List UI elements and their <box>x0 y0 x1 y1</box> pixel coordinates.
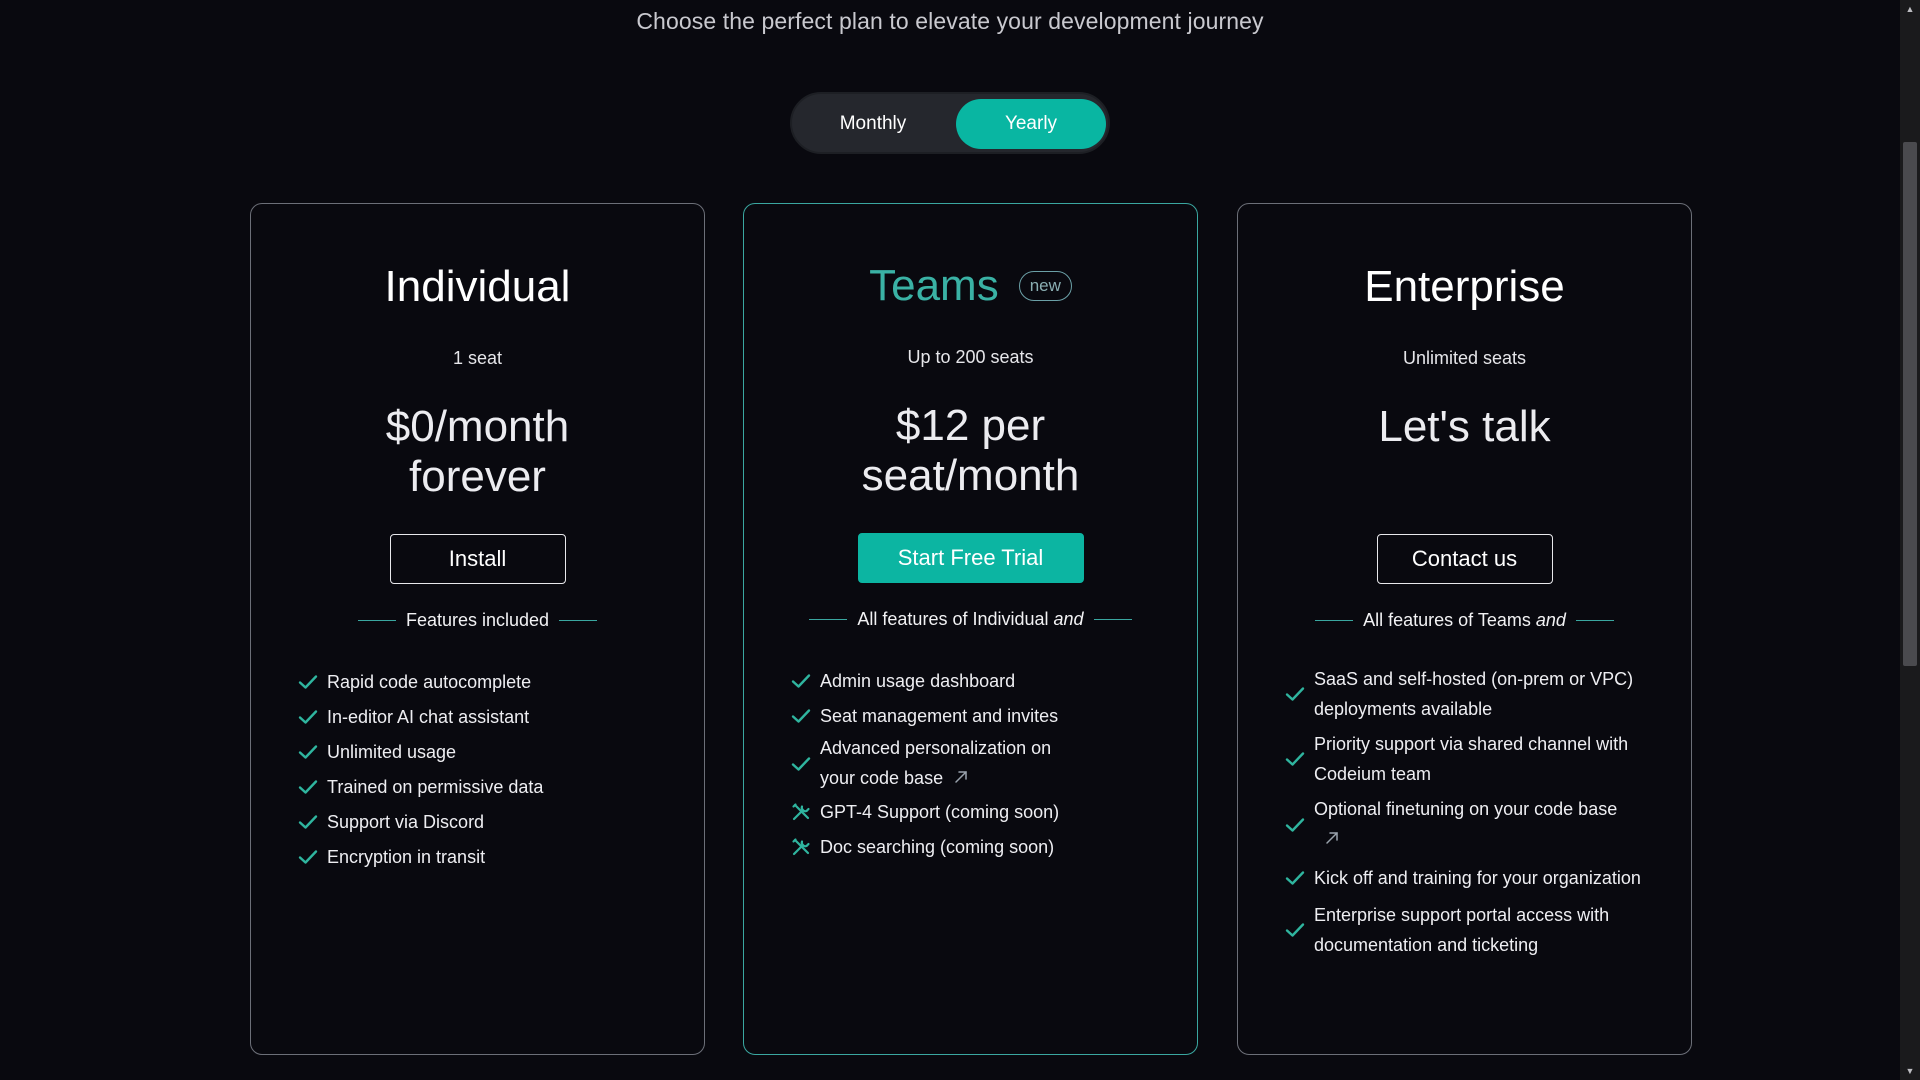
feature-item: GPT-4 Support (coming soon) <box>790 794 1157 829</box>
feature-text: Encryption in transit <box>327 846 486 867</box>
plan-card-individual: Individual 1 seat $0/month forever Insta… <box>250 203 705 1055</box>
check-icon <box>790 756 812 772</box>
toggle-monthly[interactable]: Monthly <box>798 99 948 149</box>
feature-item: In-editor AI chat assistant <box>297 699 664 734</box>
feature-item: Priority support via shared channel with… <box>1284 729 1643 789</box>
check-icon <box>1284 922 1306 938</box>
feature-item: Doc searching (coming soon) <box>790 829 1157 864</box>
features-heading: All features of Teams and <box>1238 610 1691 631</box>
price-line-1: Let's talk <box>1378 402 1551 451</box>
contact-us-button[interactable]: Contact us <box>1376 534 1553 584</box>
feature-item: Seat management and invites <box>790 698 1157 733</box>
plan-seats: 1 seat <box>452 348 503 368</box>
price-line-1: $0/month <box>385 402 570 451</box>
new-badge: new <box>1018 271 1072 301</box>
feature-item: Optional finetuning on your code base <box>1284 794 1643 855</box>
plan-title-row: Teams new <box>744 261 1197 311</box>
feature-list: Admin usage dashboard Seat management and… <box>790 663 1157 864</box>
feature-item: SaaS and self-hosted (on-prem or VPC) de… <box>1284 664 1643 724</box>
plan-title: Teams <box>869 261 999 310</box>
install-button[interactable]: Install <box>389 534 566 584</box>
divider-line <box>1093 619 1132 620</box>
feature-item: Support via Discord <box>297 804 664 839</box>
feature-item: Encryption in transit <box>297 839 664 874</box>
feature-item: Advanced personalization on your code ba… <box>790 733 1157 794</box>
feature-list: SaaS and self-hosted (on-prem or VPC) de… <box>1284 664 1643 965</box>
scroll-down-arrow-icon[interactable]: ▼ <box>1900 1062 1920 1080</box>
features-heading-text: All features of Teams and <box>1363 610 1566 630</box>
feature-text: Optional finetuning on your code base <box>1314 799 1618 819</box>
plan-seats: Up to 200 seats <box>907 347 1034 367</box>
start-free-trial-button[interactable]: Start Free Trial <box>857 533 1084 583</box>
check-icon <box>297 744 319 760</box>
features-heading-text: Features included <box>405 610 550 630</box>
check-icon <box>297 779 319 795</box>
plan-price: $0/month forever <box>251 402 704 502</box>
check-icon <box>1284 751 1306 767</box>
plan-title: Enterprise <box>1364 262 1565 311</box>
divider-line <box>559 620 598 621</box>
divider-line <box>1315 620 1354 621</box>
feature-text: Advanced personalization on your code ba… <box>820 738 1052 788</box>
price-line-2: seat/month <box>861 451 1080 500</box>
divider-line <box>1575 620 1614 621</box>
check-icon <box>790 673 812 689</box>
tools-icon <box>790 837 812 857</box>
plan-title: Individual <box>384 262 571 311</box>
feature-item: Admin usage dashboard <box>790 663 1157 698</box>
features-heading-text: All features of Individual and <box>857 609 1084 629</box>
feature-list: Rapid code autocomplete In-editor AI chat… <box>297 664 664 874</box>
divider-line <box>357 620 396 621</box>
price-line-2: forever <box>409 452 546 501</box>
external-link-icon[interactable] <box>953 764 969 794</box>
feature-item: Rapid code autocomplete <box>297 664 664 699</box>
feature-text: Trained on permissive data <box>327 776 544 797</box>
scroll-up-arrow-icon[interactable]: ▲ <box>1900 0 1920 18</box>
check-icon <box>1284 870 1306 886</box>
plan-seats: Unlimited seats <box>1402 348 1527 368</box>
feature-text: GPT-4 Support (coming soon) <box>820 801 1060 822</box>
feature-text: Rapid code autocomplete <box>327 671 532 692</box>
tools-icon <box>790 802 812 822</box>
pricing-page: Choose the perfect plan to elevate your … <box>0 0 1920 1080</box>
toggle-yearly[interactable]: Yearly <box>956 99 1106 149</box>
check-icon <box>1284 817 1306 833</box>
plan-card-enterprise: Enterprise Unlimited seats Let's talk Co… <box>1237 203 1692 1055</box>
feature-text: SaaS and self-hosted (on-prem or VPC) de… <box>1314 669 1634 719</box>
feature-text: Enterprise support portal access with do… <box>1314 905 1610 956</box>
feature-text: Priority support via shared channel with… <box>1314 734 1629 784</box>
plan-price: $12 per seat/month <box>744 401 1197 501</box>
feature-text: In-editor AI chat assistant <box>327 706 530 727</box>
plan-price: Let's talk <box>1238 402 1691 452</box>
scroll-thumb[interactable] <box>1903 142 1917 666</box>
feature-text: Support via Discord <box>327 811 485 832</box>
feature-text: Doc searching (coming soon) <box>820 836 1055 857</box>
page-subtitle: Choose the perfect plan to elevate your … <box>636 8 1264 34</box>
check-icon <box>1284 686 1306 702</box>
divider-line <box>809 619 848 620</box>
billing-toggle[interactable]: Monthly Yearly <box>790 92 1110 154</box>
plan-card-teams: Teams new Up to 200 seats $12 per seat/m… <box>743 203 1198 1055</box>
check-icon <box>297 849 319 865</box>
feature-text: Admin usage dashboard <box>820 670 1016 691</box>
feature-item: Kick off and training for your organizat… <box>1284 860 1643 895</box>
check-icon <box>297 814 319 830</box>
feature-item: Enterprise support portal access with do… <box>1284 900 1643 960</box>
feature-text: Kick off and training for your organizat… <box>1314 867 1641 888</box>
features-heading: Features included <box>251 610 704 631</box>
feature-text: Seat management and invites <box>820 705 1059 726</box>
feature-item: Unlimited usage <box>297 734 664 769</box>
check-icon <box>790 708 812 724</box>
feature-item: Trained on permissive data <box>297 769 664 804</box>
feature-text: Unlimited usage <box>327 741 457 762</box>
check-icon <box>297 709 319 725</box>
features-heading: All features of Individual and <box>744 609 1197 630</box>
price-line-1: $12 per <box>895 401 1046 450</box>
external-link-icon[interactable] <box>1324 825 1340 855</box>
page-scrollbar[interactable]: ▲ ▼ <box>1900 0 1920 1080</box>
check-icon <box>297 674 319 690</box>
